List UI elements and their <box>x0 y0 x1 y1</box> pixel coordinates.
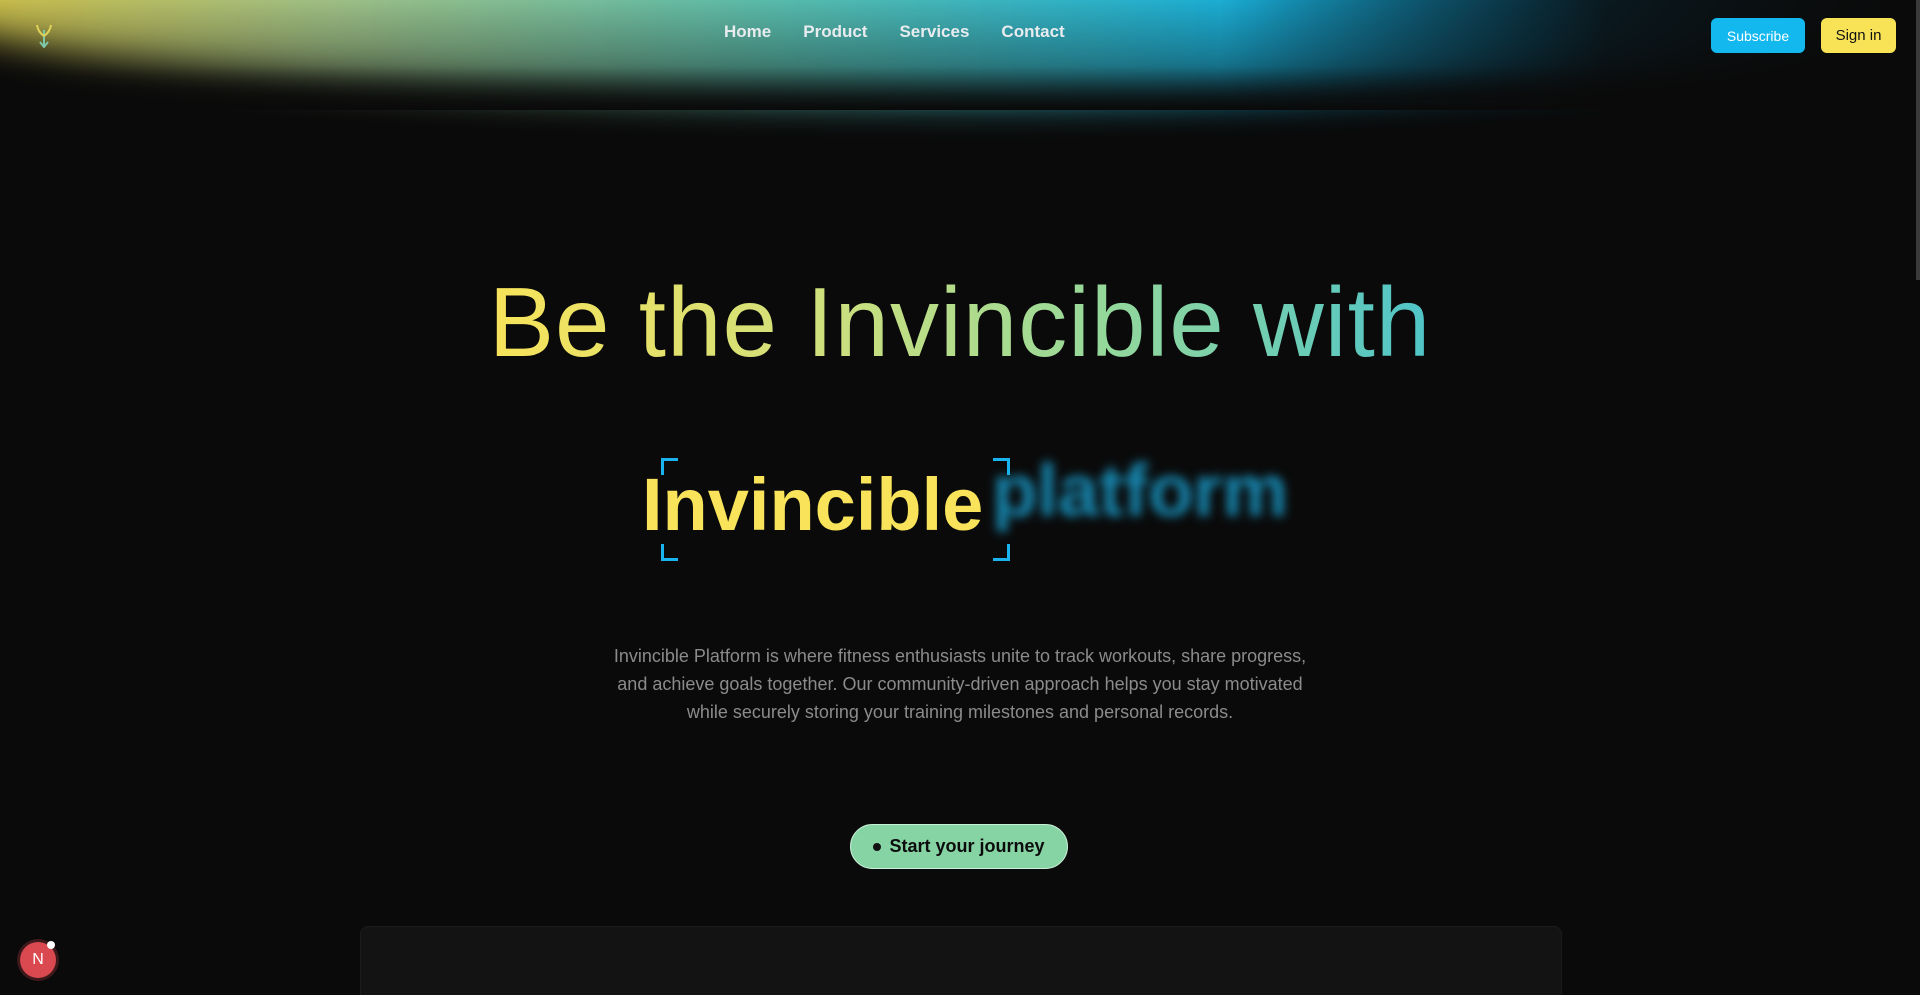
nav-link-home[interactable]: Home <box>724 22 771 42</box>
bracket-bottom-right <box>993 544 1010 561</box>
subscribe-button[interactable]: Subscribe <box>1711 18 1805 53</box>
scrollbar[interactable] <box>1916 0 1920 280</box>
nav-link-services[interactable]: Services <box>899 22 969 42</box>
page: Home Product Services Contact Subscribe … <box>0 0 1920 995</box>
avatar-badge-letter: N <box>32 951 44 968</box>
rotating-word: Invincible platform <box>0 449 1920 561</box>
navbar: Home Product Services Contact Subscribe … <box>0 0 1920 70</box>
preview-panel <box>360 926 1562 995</box>
signin-button[interactable]: Sign in <box>1821 18 1896 53</box>
sprout-arrow-icon[interactable] <box>34 22 54 49</box>
dot-icon <box>873 842 882 851</box>
notification-dot-icon <box>47 941 55 949</box>
hero-description: Invincible Platform is where fitness ent… <box>613 646 1307 722</box>
start-journey-button[interactable]: Start your journey <box>850 824 1068 869</box>
hero-title-text: Be the Invincible with <box>488 267 1432 377</box>
rotating-word-active: Invincible <box>642 463 984 546</box>
hero-title: Be the Invincible with <box>0 262 1920 382</box>
nav-link-product[interactable]: Product <box>803 22 867 42</box>
rotating-word-next: platform <box>992 449 1288 532</box>
nav-link-contact[interactable]: Contact <box>1001 22 1064 42</box>
start-journey-label: Start your journey <box>889 836 1045 856</box>
nav-links: Home Product Services Contact <box>724 22 1065 42</box>
